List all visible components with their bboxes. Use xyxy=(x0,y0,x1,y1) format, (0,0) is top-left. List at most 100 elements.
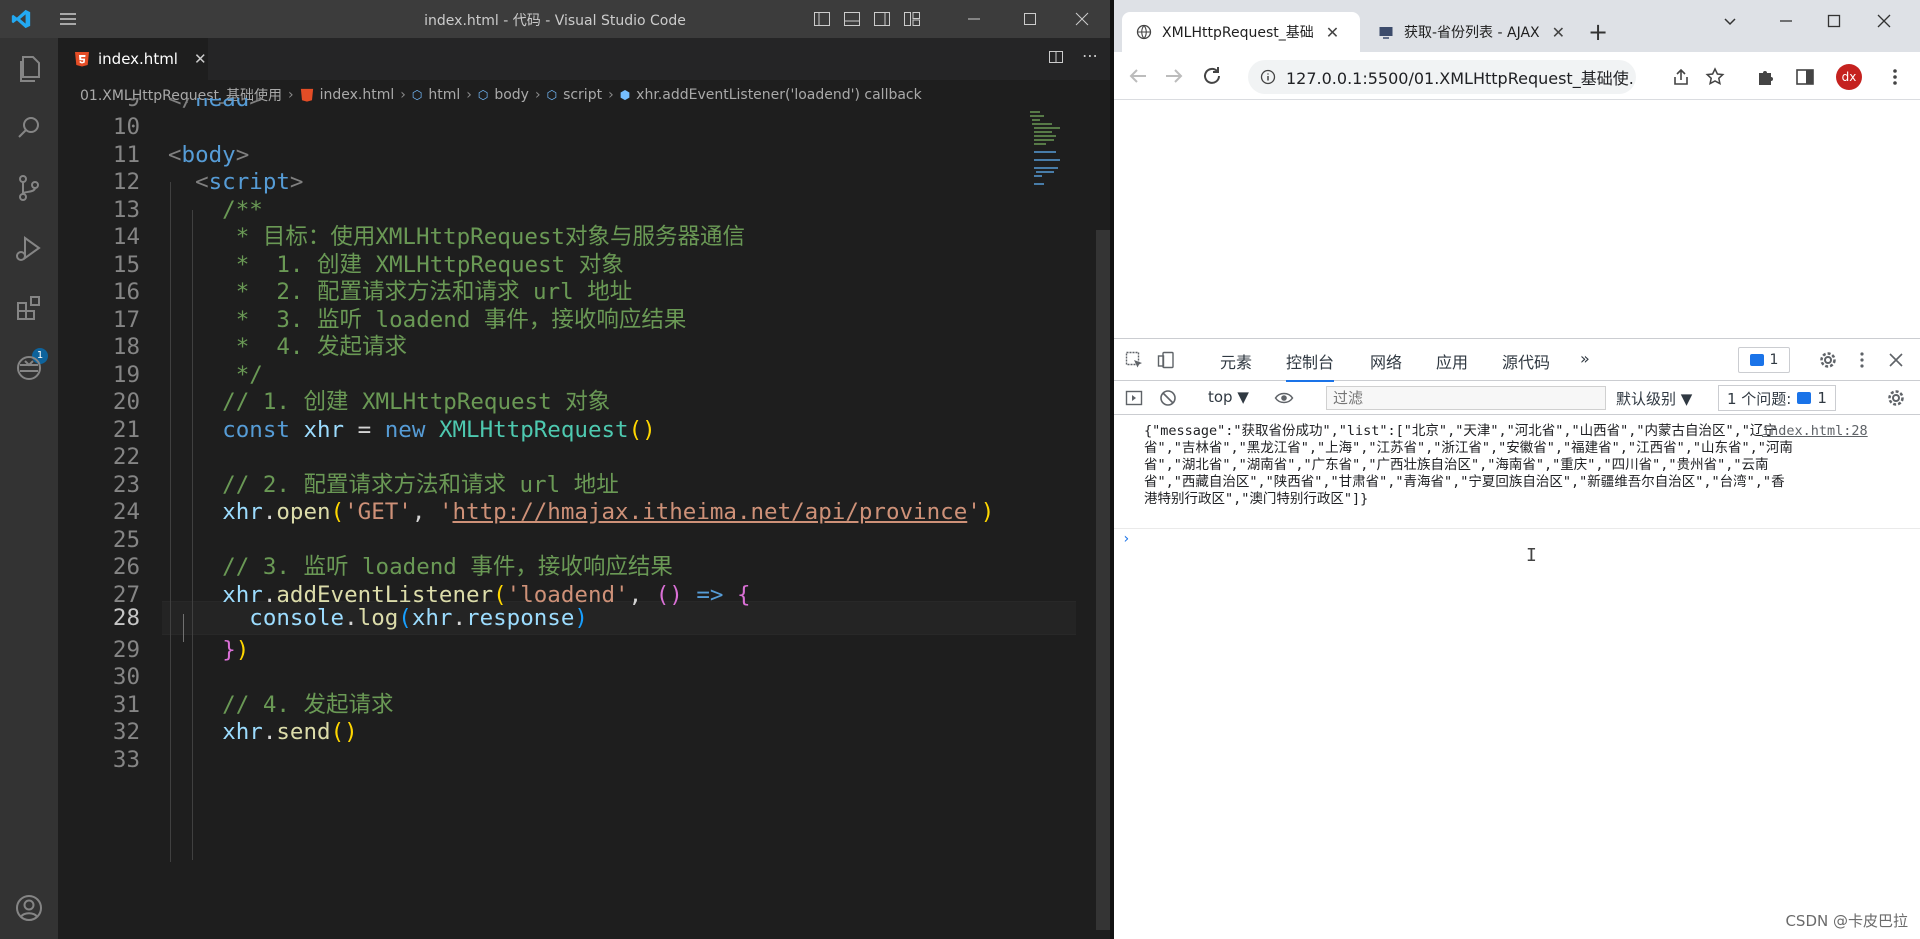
browser-tab-strip: XMLHttpRequest_基础 ✕ 获取-省份列表 - AJAX ✕ + xyxy=(1114,0,1920,52)
share-icon[interactable] xyxy=(1670,66,1692,88)
device-toolbar-icon[interactable] xyxy=(1156,350,1176,370)
side-panel-icon[interactable] xyxy=(1794,66,1816,88)
text-cursor-icon: I xyxy=(1526,545,1537,566)
issues-counter[interactable]: 1 个问题: 1 xyxy=(1718,385,1836,411)
code-line: const xhr = new XMLHttpRequest() xyxy=(222,417,656,443)
tab-network[interactable]: 网络 xyxy=(1370,349,1402,373)
console-message-separator xyxy=(1114,528,1920,529)
issue-flag-icon xyxy=(1797,392,1812,404)
avatar[interactable]: dx xyxy=(1836,64,1862,90)
devtools-panel: 元素 控制台 网络 应用 源代码 » 1 top ▼ 默认级别 ▼ 1 个问题: xyxy=(1114,338,1920,939)
clear-console-icon[interactable] xyxy=(1158,388,1178,408)
back-icon[interactable] xyxy=(1126,64,1150,88)
browser-tab-label: 获取-省份列表 - AJAX xyxy=(1404,25,1540,41)
vscode-titlebar: index.html - 代码 - Visual Studio Code xyxy=(0,0,1110,38)
console-prompt-icon[interactable]: › xyxy=(1122,531,1130,547)
tab-close-icon[interactable]: ✕ xyxy=(1552,23,1565,42)
url-text: 127.0.0.1:5500/01.XMLHttpRequest_基础使... xyxy=(1286,69,1636,88)
tab-elements[interactable]: 元素 xyxy=(1220,349,1252,373)
console-filter-input[interactable] xyxy=(1326,386,1606,410)
issues-counter-count: 1 xyxy=(1817,389,1827,407)
issues-count: 1 xyxy=(1769,352,1779,368)
settings-gear-icon[interactable] xyxy=(1818,350,1838,370)
more-actions-icon[interactable]: ⋯ xyxy=(1082,48,1098,69)
code-line: console.log(xhr.response) xyxy=(249,605,588,631)
sidebar-toggle-icon[interactable] xyxy=(1124,388,1144,408)
source-control-icon[interactable] xyxy=(13,172,45,204)
issues-badge[interactable]: 1 xyxy=(1738,347,1790,373)
customize-layout-icon[interactable] xyxy=(902,9,922,29)
toggle-secondary-sidebar-icon[interactable] xyxy=(872,9,892,29)
remote-explorer-icon[interactable] xyxy=(13,352,45,384)
code-line: xhr.send() xyxy=(222,719,358,745)
editor-scrollbar[interactable] xyxy=(1096,230,1110,930)
eye-icon[interactable] xyxy=(1274,388,1294,408)
page-viewport xyxy=(1114,101,1920,338)
more-menu-icon[interactable] xyxy=(1884,66,1906,88)
customize-menu-icon[interactable] xyxy=(1852,350,1872,370)
reload-icon[interactable] xyxy=(1200,64,1224,88)
extensions-icon[interactable] xyxy=(13,292,45,324)
minimize-icon[interactable] xyxy=(946,0,1002,38)
address-bar[interactable]: 127.0.0.1:5500/01.XMLHttpRequest_基础使... xyxy=(1248,60,1636,94)
explorer-icon[interactable] xyxy=(13,52,45,84)
activity-bar: 1 xyxy=(0,38,58,939)
browser-window: XMLHttpRequest_基础 ✕ 获取-省份列表 - AJAX ✕ + 1… xyxy=(1114,0,1920,939)
html5-file-icon xyxy=(75,52,89,67)
tab-close-icon[interactable]: ✕ xyxy=(1326,23,1339,42)
account-icon[interactable] xyxy=(13,892,45,924)
watermark: CSDN @卡皮巴拉 xyxy=(1785,912,1908,930)
code-line: </head> xyxy=(168,98,263,112)
tab-application[interactable]: 应用 xyxy=(1436,349,1468,373)
split-editor-icon[interactable] xyxy=(1048,49,1064,69)
close-window-icon[interactable] xyxy=(1054,0,1110,38)
minimap[interactable] xyxy=(1028,108,1060,198)
toggle-panel-icon[interactable] xyxy=(842,9,862,29)
bookmark-star-icon[interactable] xyxy=(1704,66,1726,88)
browser-tab-label: XMLHttpRequest_基础 xyxy=(1162,25,1314,41)
maximize-icon[interactable] xyxy=(1814,6,1854,36)
console-source-link[interactable]: index.html:28 xyxy=(1762,423,1868,439)
inspect-element-icon[interactable] xyxy=(1124,350,1144,370)
issue-flag-icon xyxy=(1749,354,1764,366)
tab-close-icon[interactable]: ✕ xyxy=(194,50,207,68)
code-line: }) xyxy=(222,637,250,663)
globe-icon xyxy=(1136,24,1152,40)
tab-index-html[interactable]: index.html ✕ xyxy=(58,38,208,80)
forward-icon[interactable] xyxy=(1162,64,1186,88)
browser-toolbar: 127.0.0.1:5500/01.XMLHttpRequest_基础使... … xyxy=(1114,52,1920,100)
menu-icon[interactable] xyxy=(58,9,78,29)
devtools-tabbar: 元素 控制台 网络 应用 源代码 » 1 xyxy=(1114,339,1920,382)
monitor-icon xyxy=(1379,27,1393,39)
minimize-icon[interactable] xyxy=(1766,6,1806,36)
vscode-window: index.html - 代码 - Visual Studio Code 1 i… xyxy=(0,0,1110,939)
info-icon[interactable] xyxy=(1260,69,1276,85)
line-number: 33 xyxy=(112,747,140,773)
close-devtools-icon[interactable] xyxy=(1886,350,1906,370)
tab-sources[interactable]: 源代码 xyxy=(1502,349,1550,373)
line-number: 28 xyxy=(112,605,140,631)
search-icon[interactable] xyxy=(13,112,45,144)
maximize-icon[interactable] xyxy=(1002,0,1058,38)
log-levels-dropdown[interactable]: 默认级别 ▼ xyxy=(1616,388,1692,409)
context-selector[interactable]: top ▼ xyxy=(1208,388,1249,406)
console-toolbar: top ▼ 默认级别 ▼ 1 个问题: 1 xyxy=(1114,381,1920,415)
code-line: xhr.open('GET', 'http://hmajax.itheima.n… xyxy=(222,499,995,525)
browser-tab-active[interactable]: XMLHttpRequest_基础 ✕ xyxy=(1122,12,1360,52)
toggle-sidebar-icon[interactable] xyxy=(812,9,832,29)
console-settings-icon[interactable] xyxy=(1886,388,1906,408)
code-editor[interactable]: 9 10 11 12 13 14 15 16 17 18 19 20 21 22… xyxy=(58,98,1110,939)
new-tab-button[interactable]: + xyxy=(1588,18,1608,46)
browser-tab[interactable]: 获取-省份列表 - AJAX ✕ xyxy=(1364,12,1580,52)
window-title: index.html - 代码 - Visual Studio Code xyxy=(424,13,686,29)
tab-console[interactable]: 控制台 xyxy=(1286,349,1335,382)
more-tabs-icon[interactable]: » xyxy=(1580,349,1590,368)
console-log-message: {"message":"获取省份成功","list":["北京","天津","河… xyxy=(1144,423,1793,507)
chevron-down-icon[interactable] xyxy=(1710,6,1750,36)
editor-tab-bar: index.html ✕ ⋯ xyxy=(58,38,1110,80)
close-window-icon[interactable] xyxy=(1864,6,1904,36)
console-output[interactable]: {"message":"获取省份成功","list":["北京","天津","河… xyxy=(1114,415,1920,939)
extensions-puzzle-icon[interactable] xyxy=(1754,66,1776,88)
tab-label: index.html xyxy=(98,50,178,68)
run-debug-icon[interactable] xyxy=(13,232,45,264)
